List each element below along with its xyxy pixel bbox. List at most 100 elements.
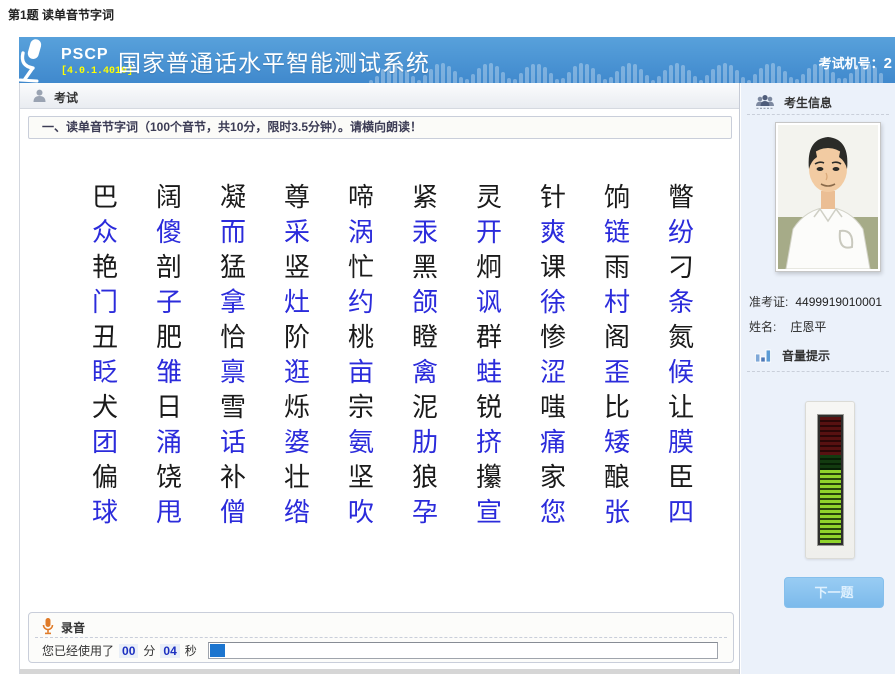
grid-char: 开 [476, 216, 540, 251]
grid-char: 坚 [348, 461, 412, 496]
grid-row: 丑肥恰阶桃瞪群惨阁氮 [92, 321, 732, 356]
grid-char: 炯 [476, 251, 540, 286]
grid-char: 禀 [220, 356, 284, 391]
grid-char: 灵 [476, 181, 540, 216]
grid-char: 群 [476, 321, 540, 356]
question-title: 第1题 读单音节字词 [8, 6, 114, 23]
equalizer-bar [765, 64, 769, 83]
name-value: 庄恩平 [790, 320, 826, 334]
equalizer-bar [831, 72, 835, 83]
grid-char: 让 [668, 391, 732, 426]
grid-char: 艳 [92, 251, 156, 286]
grid-char: 条 [668, 286, 732, 321]
instruction-text: 一、读单音节字词（100个音节，共10分，限时3.5分钟）。请横向朗读！ [42, 120, 422, 134]
grid-char: 猛 [220, 251, 284, 286]
grid-char: 阶 [284, 321, 348, 356]
grid-char: 雪 [220, 391, 284, 426]
grid-char: 锐 [476, 391, 540, 426]
equalizer-bar [519, 73, 523, 83]
equalizer-bar [453, 71, 457, 83]
equalizer-bar [807, 68, 811, 83]
grid-char: 课 [540, 251, 604, 286]
grid-char: 惨 [540, 321, 604, 356]
grid-char: 颌 [412, 286, 476, 321]
machine-number-label: 考试机号： [819, 56, 884, 71]
equalizer-bar [783, 71, 787, 83]
equalizer-bar [489, 63, 493, 83]
volume-meter [805, 401, 855, 559]
admission-number: 4499919010001 [795, 295, 882, 309]
grid-row: 犬日雪烁宗泥锐嗤比让 [92, 391, 732, 426]
grid-char: 纷 [668, 216, 732, 251]
separator [747, 371, 889, 372]
equalizer-bar [627, 63, 631, 83]
equalizer-bar [729, 65, 733, 83]
elapsed-minutes: 00 [119, 644, 138, 658]
equalizer-bar [615, 71, 619, 83]
grid-row: 团涌话婆氨肋挤痛矮膜 [92, 426, 732, 461]
machine-number-value: 2 [884, 55, 892, 72]
equalizer-bar [621, 66, 625, 83]
examinee-info-label: 考生信息 [784, 94, 832, 111]
equalizer-bar [657, 76, 661, 83]
microphone-logo-icon [8, 32, 62, 86]
grid-char: 雨 [604, 251, 668, 286]
equalizer-bar [585, 64, 589, 83]
equalizer-bar [687, 70, 691, 84]
grid-char: 氨 [348, 426, 412, 461]
grid-char: 采 [284, 216, 348, 251]
recording-timer-row: 您已经使用了 00 分 04 秒 [29, 639, 733, 662]
grid-char: 饶 [156, 461, 220, 496]
grid-char: 逛 [284, 356, 348, 391]
grid-char: 烁 [284, 391, 348, 426]
equalizer-bar [753, 74, 757, 83]
grid-char: 凝 [220, 181, 284, 216]
grid-char: 桃 [348, 321, 412, 356]
grid-char: 张 [604, 496, 668, 531]
grid-row: 众傻而采涡汞开爽链纷 [92, 216, 732, 251]
grid-char: 酿 [604, 461, 668, 496]
led-segment-dark-green [820, 455, 841, 470]
recording-progress [208, 642, 718, 659]
grid-char: 尊 [284, 181, 348, 216]
seconds-unit: 秒 [185, 642, 197, 659]
equalizer-bar [531, 64, 535, 84]
grid-char: 犬 [92, 391, 156, 426]
logo-text: PSCP [61, 46, 109, 64]
bottom-strip [20, 669, 739, 674]
grid-char: 门 [92, 286, 156, 321]
grid-char: 亩 [348, 356, 412, 391]
grid-char: 痛 [540, 426, 604, 461]
grid-char: 臣 [668, 461, 732, 496]
equalizer-bar [429, 69, 433, 84]
volume-meter-leds [818, 415, 843, 545]
grid-char: 竖 [284, 251, 348, 286]
equalizer-bar [759, 68, 763, 83]
grid-char: 禽 [412, 356, 476, 391]
grid-char: 傻 [156, 216, 220, 251]
grid-char: 紧 [412, 181, 476, 216]
grid-char: 爽 [540, 216, 604, 251]
equalizer-bar [591, 68, 595, 83]
grid-char: 矮 [604, 426, 668, 461]
grid-char: 雏 [156, 356, 220, 391]
sidebar: 考生信息 准考证: [741, 83, 895, 674]
grid-char: 候 [668, 356, 732, 391]
next-question-button[interactable]: 下一题 [784, 577, 884, 608]
recording-progress-fill [210, 644, 225, 657]
grid-char: 黑 [412, 251, 476, 286]
grid-char: 巴 [92, 181, 156, 216]
grid-char: 汞 [412, 216, 476, 251]
grid-char: 而 [220, 216, 284, 251]
grid-row: 门子拿灶约颌讽徐村条 [92, 286, 732, 321]
grid-char: 宣 [476, 496, 540, 531]
instruction-box: 一、读单音节字词（100个音节，共10分，限时3.5分钟）。请横向朗读！ [28, 116, 732, 139]
grid-char: 话 [220, 426, 284, 461]
equalizer-bar [435, 64, 439, 83]
equalizer-bar [681, 65, 685, 83]
grid-char: 肥 [156, 321, 220, 356]
equalizer-bar [567, 72, 571, 83]
equalizer-bar [723, 63, 727, 83]
equalizer-bar [669, 65, 673, 83]
page-root: 第1题 读单音节字词 PSCP [4.0.1.4010] 国家普通话水平智能测试… [0, 0, 895, 674]
